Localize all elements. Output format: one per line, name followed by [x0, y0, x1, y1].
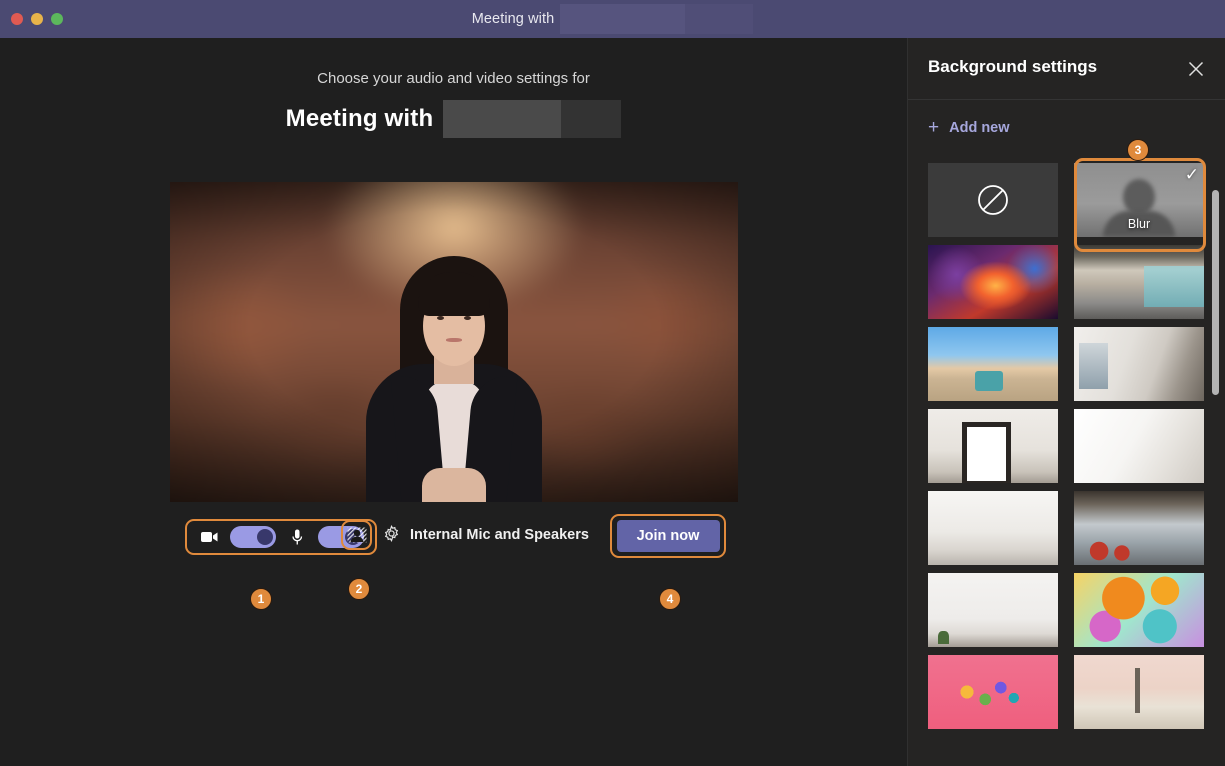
audio-device-label: Internal Mic and Speakers: [410, 527, 589, 543]
gear-icon[interactable]: [383, 525, 400, 546]
join-now-button[interactable]: Join now: [617, 520, 720, 552]
join-now-annotation: Join now: [610, 514, 726, 558]
video-camera-icon[interactable]: [198, 527, 220, 547]
annotation-badge-1: 1: [250, 588, 272, 610]
teams-prejoin-window: Meeting with Choose your audio and video…: [0, 0, 1225, 766]
background-effects-button[interactable]: [341, 520, 372, 550]
background-effects-icon: [347, 527, 367, 543]
background-settings-panel: Background settings + Add new: [907, 38, 1225, 766]
background-thumb-white-studio[interactable]: [1074, 409, 1204, 483]
background-thumb-balloons[interactable]: [1074, 573, 1204, 647]
add-new-background-button[interactable]: + Add new: [928, 118, 1010, 137]
background-thumb-beach-pier[interactable]: [928, 327, 1058, 401]
participant-silhouette: [339, 240, 569, 502]
background-thumbnail-grid: ✓ Blur: [928, 163, 1210, 766]
background-thumb-nebula[interactable]: [928, 245, 1058, 319]
headline-redaction: [443, 100, 561, 138]
background-thumb-blur[interactable]: ✓ Blur: [1074, 163, 1204, 237]
annotation-badge-2: 2: [348, 578, 370, 600]
add-new-label: Add new: [949, 120, 1009, 136]
no-background-icon: [976, 183, 1010, 217]
background-thumb-none[interactable]: [928, 163, 1058, 237]
prejoin-headline-row: Meeting with: [0, 100, 907, 138]
prejoin-control-bar: Internal Mic and Speakers Join now: [170, 508, 738, 578]
prejoin-subheading: Choose your audio and video settings for: [0, 70, 907, 87]
audio-device-row[interactable]: Internal Mic and Speakers: [383, 522, 589, 548]
panel-header: Background settings: [908, 38, 1225, 100]
close-icon[interactable]: [1183, 56, 1209, 82]
background-thumb-plain-wall[interactable]: [928, 573, 1058, 647]
window-title: Meeting with: [0, 0, 1225, 38]
window-title-redaction: [560, 4, 685, 34]
window-title-redaction-secondary: [685, 4, 753, 34]
plus-icon: +: [928, 118, 939, 137]
camera-toggle[interactable]: [230, 526, 276, 548]
annotation-badge-3: 3: [1127, 139, 1149, 161]
background-thumb-mirror-room[interactable]: [928, 409, 1058, 483]
page-title: Meeting with: [286, 105, 434, 133]
microphone-icon[interactable]: [286, 527, 308, 547]
camera-toggle-knob: [257, 529, 273, 545]
video-preview[interactable]: [170, 182, 738, 502]
background-thumb-caption: Blur: [1074, 217, 1204, 231]
background-thumb-white-hall[interactable]: [928, 491, 1058, 565]
check-icon: ✓: [1185, 166, 1199, 183]
window-titlebar: Meeting with: [0, 0, 1225, 38]
panel-title: Background settings: [928, 57, 1097, 77]
background-thumb-office-lobby[interactable]: [1074, 245, 1204, 319]
prejoin-stage: Choose your audio and video settings for…: [0, 38, 907, 766]
background-thumb-bright-room[interactable]: [1074, 327, 1204, 401]
background-thumb-pink-spheres[interactable]: [928, 655, 1058, 729]
vertical-scrollbar-thumb[interactable]: [1212, 190, 1219, 395]
headline-redaction-secondary: [561, 100, 621, 138]
window-title-text: Meeting with: [472, 11, 555, 27]
annotation-badge-4: 4: [659, 588, 681, 610]
background-thumb-bridge[interactable]: [1074, 655, 1204, 729]
background-thumb-loft-lounge[interactable]: [1074, 491, 1204, 565]
